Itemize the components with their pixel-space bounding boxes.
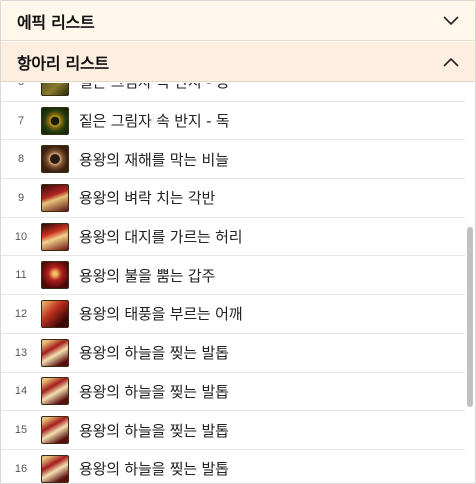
scale-bracelet-icon — [41, 145, 69, 174]
list-item[interactable]: 12 용왕의 태풍을 부르는 어깨 — [1, 295, 465, 334]
chevron-up-icon — [443, 57, 459, 67]
item-name: 용왕의 태풍을 부르는 어깨 — [79, 305, 243, 324]
item-list-panel: 에픽 리스트 항아리 리스트 6 질은 그림자 속 반지 - 동 7 짙은 그림자 속… — [0, 0, 476, 484]
item-name: 용왕의 벼락 치는 각반 — [79, 189, 216, 208]
dragon-claw-icon — [41, 416, 69, 445]
item-name: 짙은 그림자 속 반지 - 독 — [79, 112, 230, 131]
list-item[interactable]: 11 용왕의 불을 뿜는 갑주 — [1, 256, 465, 296]
item-name: 용왕의 하늘을 찢는 발톱 — [79, 382, 229, 401]
item-number: 11 — [15, 269, 27, 282]
item-number: 9 — [17, 191, 25, 204]
list-item[interactable]: 13 용왕의 하늘을 찢는 발톱 — [1, 333, 465, 373]
list-item[interactable]: 8 용왕의 재해를 막는 비늘 — [1, 140, 465, 180]
dragon-chest-icon — [41, 261, 69, 290]
item-name: 용왕의 대지를 가르는 허리 — [79, 228, 243, 247]
list-item[interactable]: 14 용왕의 하늘을 찢는 발톱 — [1, 372, 465, 412]
item-number: 16 — [14, 462, 28, 475]
dragon-claw-icon — [41, 454, 69, 483]
legendary-list-title: 항아리 리스트 — [17, 53, 109, 73]
item-name: 용왕의 하늘을 찢는 발톱 — [79, 460, 229, 479]
chevron-down-icon — [443, 15, 459, 25]
ring-dark-icon — [41, 83, 69, 96]
dragon-shoulder-icon — [41, 299, 69, 328]
list-item[interactable]: 7 짙은 그림자 속 반지 - 독 — [1, 101, 465, 141]
dragon-claw-icon — [41, 377, 69, 406]
dragon-belt-icon — [41, 222, 69, 251]
item-name: 질은 그림자 속 반지 - 동 — [79, 83, 230, 92]
list-item[interactable]: 10 용왕의 대지를 가르는 허리 — [1, 217, 465, 257]
item-name: 용왕의 하늘을 찢는 발톱 — [79, 421, 229, 440]
list-item[interactable]: 9 용왕의 벼락 치는 각반 — [1, 179, 465, 218]
ring-shadow-icon — [41, 106, 69, 135]
item-number: 10 — [14, 230, 28, 243]
item-number: 15 — [14, 424, 28, 437]
epic-list-header[interactable]: 에픽 리스트 — [1, 1, 475, 41]
list-item[interactable]: 6 질은 그림자 속 반지 - 동 — [1, 83, 465, 102]
item-number: 13 — [14, 346, 28, 359]
list-item[interactable]: 16 용왕의 하늘을 찢는 발톱 — [1, 449, 465, 483]
item-number: 6 — [1, 83, 41, 88]
item-name: 용왕의 불을 뿜는 갑주 — [79, 266, 216, 285]
item-number: 12 — [14, 307, 28, 320]
item-number: 14 — [14, 385, 28, 398]
item-list-viewport[interactable]: 6 질은 그림자 속 반지 - 동 7 짙은 그림자 속 반지 - 독 8 용왕의 재해를… — [1, 83, 475, 483]
epic-list-title: 에픽 리스트 — [17, 12, 95, 32]
dragon-claw-icon — [41, 338, 69, 367]
scrollbar-thumb[interactable] — [467, 227, 473, 407]
list-item[interactable]: 15 용왕의 하늘을 찢는 발톱 — [1, 411, 465, 450]
item-number: 7 — [17, 114, 25, 127]
item-name: 용왕의 하늘을 찢는 발톱 — [79, 344, 229, 363]
dragon-armor-icon — [41, 183, 69, 212]
legendary-list-header[interactable]: 항아리 리스트 — [1, 42, 475, 82]
item-name: 용왕의 재해를 막는 비늘 — [79, 150, 229, 169]
item-list: 6 질은 그림자 속 반지 - 동 7 짙은 그림자 속 반지 - 독 8 용왕의 재해를… — [1, 83, 465, 483]
item-number: 8 — [17, 153, 25, 166]
